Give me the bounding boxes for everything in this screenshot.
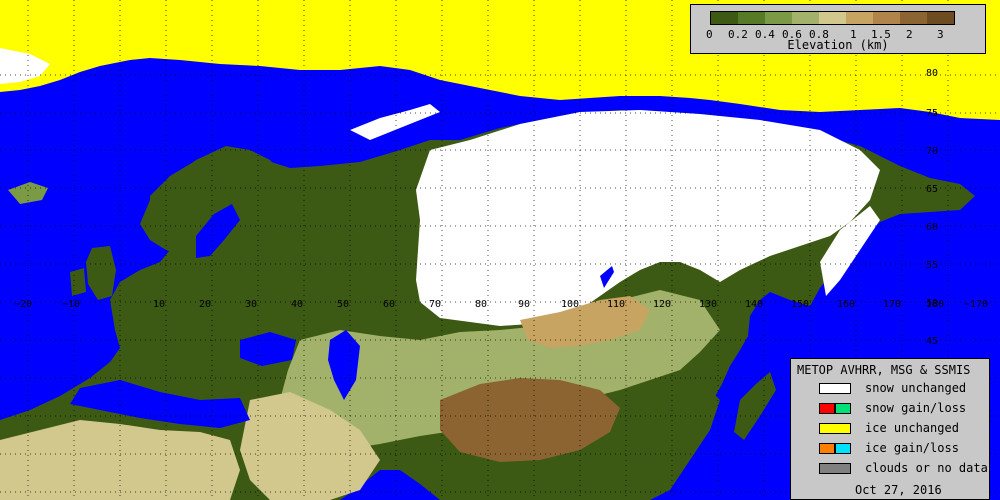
legend-swatch	[819, 462, 851, 474]
elevation-swatch	[711, 12, 738, 24]
lat-label: 45	[926, 336, 938, 347]
lon-label: 30	[245, 299, 257, 310]
lon-label: 80	[475, 299, 487, 310]
legend-item-snow-gain-loss: snow gain/loss	[819, 401, 966, 415]
lon-label: 60	[383, 299, 395, 310]
lon-label: −20	[14, 299, 32, 310]
legend-swatch	[819, 402, 835, 414]
lon-label: 70	[429, 299, 441, 310]
legend-item-snow-unchanged: snow unchanged	[819, 381, 966, 395]
lat-label: 50	[926, 298, 938, 309]
legend-label: snow unchanged	[865, 381, 967, 395]
legend-label: ice gain/loss	[865, 441, 959, 455]
lon-label: 40	[291, 299, 303, 310]
elevation-swatch	[927, 12, 954, 24]
elevation-swatch	[819, 12, 846, 24]
lon-label: 140	[745, 299, 763, 310]
lon-label: 160	[837, 299, 855, 310]
elevation-legend-title: Elevation (km)	[787, 38, 889, 52]
lat-label: 80	[926, 68, 938, 79]
legend-swatch	[819, 382, 851, 394]
product-date: Oct 27, 2016	[855, 483, 942, 497]
lon-label: −10	[62, 299, 80, 310]
elevation-swatch	[900, 12, 927, 24]
legend-swatch	[819, 442, 835, 454]
lon-label: 110	[607, 299, 625, 310]
legend-label: clouds or no data	[865, 461, 988, 475]
lon-label: 90	[518, 299, 530, 310]
elevation-colorbar	[710, 11, 955, 25]
lon-label: −170	[964, 299, 988, 310]
legend-swatch	[819, 422, 851, 434]
lon-label: 50	[337, 299, 349, 310]
lat-label: 60	[926, 222, 938, 233]
elevation-swatch	[873, 12, 900, 24]
lon-label: 10	[153, 299, 165, 310]
lon-label: 150	[791, 299, 809, 310]
legend-swatch	[835, 442, 851, 454]
elevation-swatch	[738, 12, 765, 24]
legend-swatch	[835, 402, 851, 414]
elevation-swatch	[765, 12, 792, 24]
lon-label: 170	[883, 299, 901, 310]
lon-label: 20	[199, 299, 211, 310]
lon-label: 100	[561, 299, 579, 310]
product-legend-header: METOP AVHRR, MSG & SSMIS	[797, 363, 971, 377]
legend-item-clouds: clouds or no data	[819, 461, 988, 475]
ireland	[70, 268, 86, 296]
lon-label: 120	[653, 299, 671, 310]
lat-label: 55	[926, 260, 938, 271]
legend-item-ice-gain-loss: ice gain/loss	[819, 441, 959, 455]
product-legend: METOP AVHRR, MSG & SSMIS snow unchanged …	[790, 358, 990, 500]
legend-label: snow gain/loss	[865, 401, 967, 415]
lon-label: 130	[699, 299, 717, 310]
lat-label: 75	[926, 108, 938, 119]
elevation-swatch	[846, 12, 873, 24]
lat-label: 65	[926, 184, 938, 195]
elevation-swatch	[792, 12, 819, 24]
lat-label: 70	[926, 146, 938, 157]
elevation-legend: 0 0.2 0.4 0.6 0.8 1 1.5 2 3 Elevation (k…	[690, 4, 986, 54]
legend-item-ice-unchanged: ice unchanged	[819, 421, 959, 435]
legend-label: ice unchanged	[865, 421, 959, 435]
